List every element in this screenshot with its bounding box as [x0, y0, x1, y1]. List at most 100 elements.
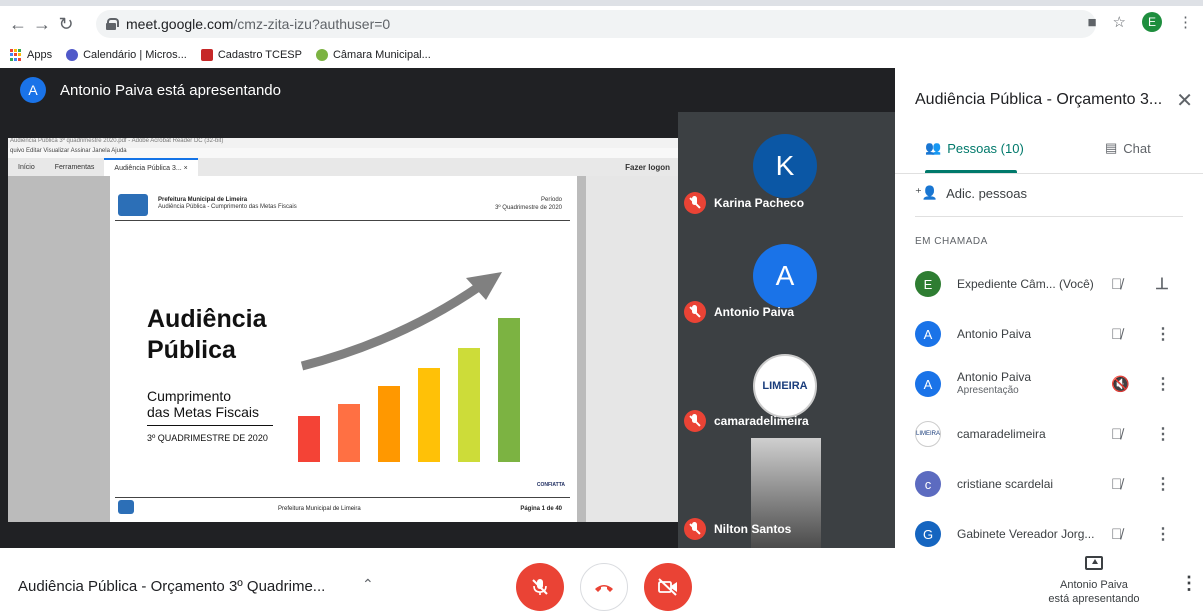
growth-arrow-shaft	[300, 282, 483, 371]
mic-off-icon: 🎙̸	[1111, 425, 1123, 443]
panel-title: Audiência Pública - Orçamento 3...	[915, 91, 1163, 108]
pdf-periodo: Período 3º Quadrimestre de 2020	[495, 197, 562, 211]
tile-name: Karina Pacheco	[714, 196, 805, 210]
camera-off-icon	[658, 578, 677, 596]
pdf-header-rule	[115, 220, 570, 221]
more-options-icon[interactable]: ⋮	[1155, 424, 1171, 444]
add-person-icon: ⁺👤	[915, 185, 939, 200]
participant-row[interactable]: LIMEIRA camaradelimeira 🎙̸ ⋮	[915, 414, 1193, 454]
close-icon[interactable]: ✕	[1176, 88, 1193, 113]
shared-screen: Audiência Pública 3º quadrimestre 2020.p…	[8, 138, 678, 522]
camera-icon[interactable]: ■	[1087, 14, 1096, 31]
pdf-page: Prefeitura Municipal de Limeira Audiênci…	[110, 176, 577, 522]
bookmark-camara[interactable]: Câmara Municipal...	[315, 49, 431, 61]
participant-name-block: Antonio Paiva Apresentação	[957, 371, 1107, 397]
people-icon: 👥	[925, 140, 942, 155]
mic-off-icon	[684, 192, 706, 214]
participant-row[interactable]: c cristiane scardelai 🎙̸ ⋮	[915, 464, 1193, 504]
meeting-title[interactable]: Audiência Pública - Orçamento 3º Quadrim…	[18, 578, 325, 595]
more-options-icon[interactable]: ⋮	[1155, 524, 1171, 544]
bookmark-tcesp[interactable]: Cadastro TCESP	[200, 49, 302, 61]
chevron-up-icon[interactable]: ⌃	[362, 576, 374, 593]
acrobat-menu: quivo Editar Visualizar Assinar Janela A…	[8, 148, 678, 158]
more-options-icon[interactable]: ⋮	[1155, 374, 1171, 394]
limeira-crest-icon	[118, 194, 148, 216]
bookmark-apps[interactable]: Apps	[10, 49, 52, 61]
participant-row[interactable]: E Expediente Câm... (Você) 🎙̸ ⊥	[915, 264, 1193, 304]
teams-icon	[66, 49, 79, 61]
pdf-org: Prefeitura Municipal de Limeira	[158, 197, 248, 203]
participant-sub: Apresentação	[957, 385, 1019, 396]
tile-nilton[interactable]: Nilton Santos	[678, 436, 895, 548]
tab-people[interactable]: 👥 Pessoas (10)	[925, 140, 1024, 156]
mic-toggle-button[interactable]	[516, 563, 564, 611]
mic-off-icon	[684, 410, 706, 432]
pdf-brand: CONFIATTA	[536, 482, 565, 488]
leave-call-button[interactable]	[580, 563, 628, 611]
growth-bar-4	[418, 368, 440, 462]
reload-icon[interactable]: ↻	[54, 12, 78, 36]
tile-camaradelimeira[interactable]: LIMEIRA camaradelimeira	[678, 328, 895, 436]
presenting-name: Antonio Paiva	[1060, 579, 1128, 591]
forward-icon[interactable]: →	[30, 12, 54, 36]
pdf-page-number: Página 1 de 40	[520, 506, 562, 512]
tab-chat[interactable]: ▤ Chat	[1105, 140, 1151, 156]
tcesp-icon	[200, 49, 213, 61]
in-call-label: EM CHAMADA	[915, 236, 988, 247]
chrome-menu-icon[interactable]: ⋮	[1178, 13, 1193, 31]
growth-bar-3	[378, 386, 400, 462]
presenter-banner: A Antonio Paiva está apresentando	[0, 68, 895, 112]
mic-off-icon: 🎙̸	[1111, 325, 1123, 343]
growth-bar-6	[498, 318, 520, 462]
acrobat-tabs: Início Ferramentas Audiência Pública 3..…	[8, 158, 678, 176]
tile-antonio[interactable]: A Antonio Paiva	[678, 220, 895, 328]
more-options-icon[interactable]: ⋮	[1155, 324, 1171, 344]
camera-toggle-button[interactable]	[644, 563, 692, 611]
pdf-footer-org: Prefeitura Municipal de Limeira	[278, 506, 361, 512]
tile-avatar: A	[753, 244, 817, 308]
more-options-icon[interactable]: ⋮	[1155, 474, 1171, 494]
meet-stage: A Antonio Paiva está apresentando Audiên…	[0, 68, 895, 548]
add-people-button[interactable]: ⁺👤 Adic. pessoas	[915, 185, 1027, 201]
participant-name: Expediente Câm... (Você)	[957, 276, 1094, 291]
pin-icon[interactable]: ⊥	[1155, 274, 1169, 294]
footer-crest-icon	[118, 500, 134, 514]
lock-icon	[106, 18, 119, 30]
star-icon[interactable]: ☆	[1113, 13, 1126, 31]
acrobat-title: Audiência Pública 3º quadrimestre 2020.p…	[8, 138, 678, 148]
mic-off-icon	[684, 518, 706, 540]
presenter-text: Antonio Paiva está apresentando	[60, 81, 281, 99]
pdf-quad-rule	[147, 425, 273, 426]
growth-bar-5	[458, 348, 480, 462]
pdf-subtitle: Audiência Pública - Cumprimento das Meta…	[158, 204, 297, 210]
presenting-status: está apresentando	[1048, 593, 1140, 605]
pdf-main-title: Audiência Pública	[147, 305, 267, 364]
limeira-avatar-icon: LIMEIRA	[915, 421, 941, 447]
back-icon[interactable]: ←	[6, 12, 30, 36]
participant-name: cristiane scardelai	[957, 476, 1054, 491]
acrobat-logon: Fazer logon	[625, 162, 670, 172]
mic-off-icon	[684, 301, 706, 323]
tile-name: Antonio Paiva	[714, 305, 795, 319]
tile-karina[interactable]: K Karina Pacheco	[678, 112, 895, 220]
bookmark-calendario[interactable]: Calendário | Micros...	[66, 49, 187, 61]
participant-avatar: G	[915, 521, 941, 547]
tile-name: camaradelimeira	[714, 414, 809, 428]
address-bar[interactable]: meet.google.com /cmz-zita-izu?authuser=0	[96, 10, 1096, 38]
hangup-icon	[595, 585, 613, 592]
pdf-cumprimento: Cumprimento das Metas Fiscais	[147, 388, 260, 420]
present-screen-icon	[1085, 556, 1103, 570]
browser-toolbar: ← → ↻ meet.google.com /cmz-zita-izu?auth…	[0, 0, 1203, 42]
mic-off-icon: 🎙̸	[1111, 275, 1123, 293]
profile-avatar[interactable]: E	[1142, 12, 1162, 32]
more-options-icon[interactable]: ⋮	[1180, 573, 1198, 594]
participant-name: Antonio Paiva	[957, 326, 1032, 341]
mic-off-icon	[532, 579, 548, 595]
participant-tiles: K Karina Pacheco A Antonio Paiva LIMEIRA…	[678, 112, 895, 548]
participant-avatar: E	[915, 271, 941, 297]
acrobat-right-pane	[586, 176, 678, 522]
participant-row[interactable]: A Antonio Paiva Apresentação 🔇 ⋮	[915, 364, 1193, 404]
acrobat-tab-document: Audiência Pública 3... ×	[104, 158, 198, 176]
participant-row[interactable]: A Antonio Paiva 🎙̸ ⋮	[915, 314, 1193, 354]
presenting-indicator[interactable]: Antonio Paiva está apresentando	[1040, 556, 1148, 606]
